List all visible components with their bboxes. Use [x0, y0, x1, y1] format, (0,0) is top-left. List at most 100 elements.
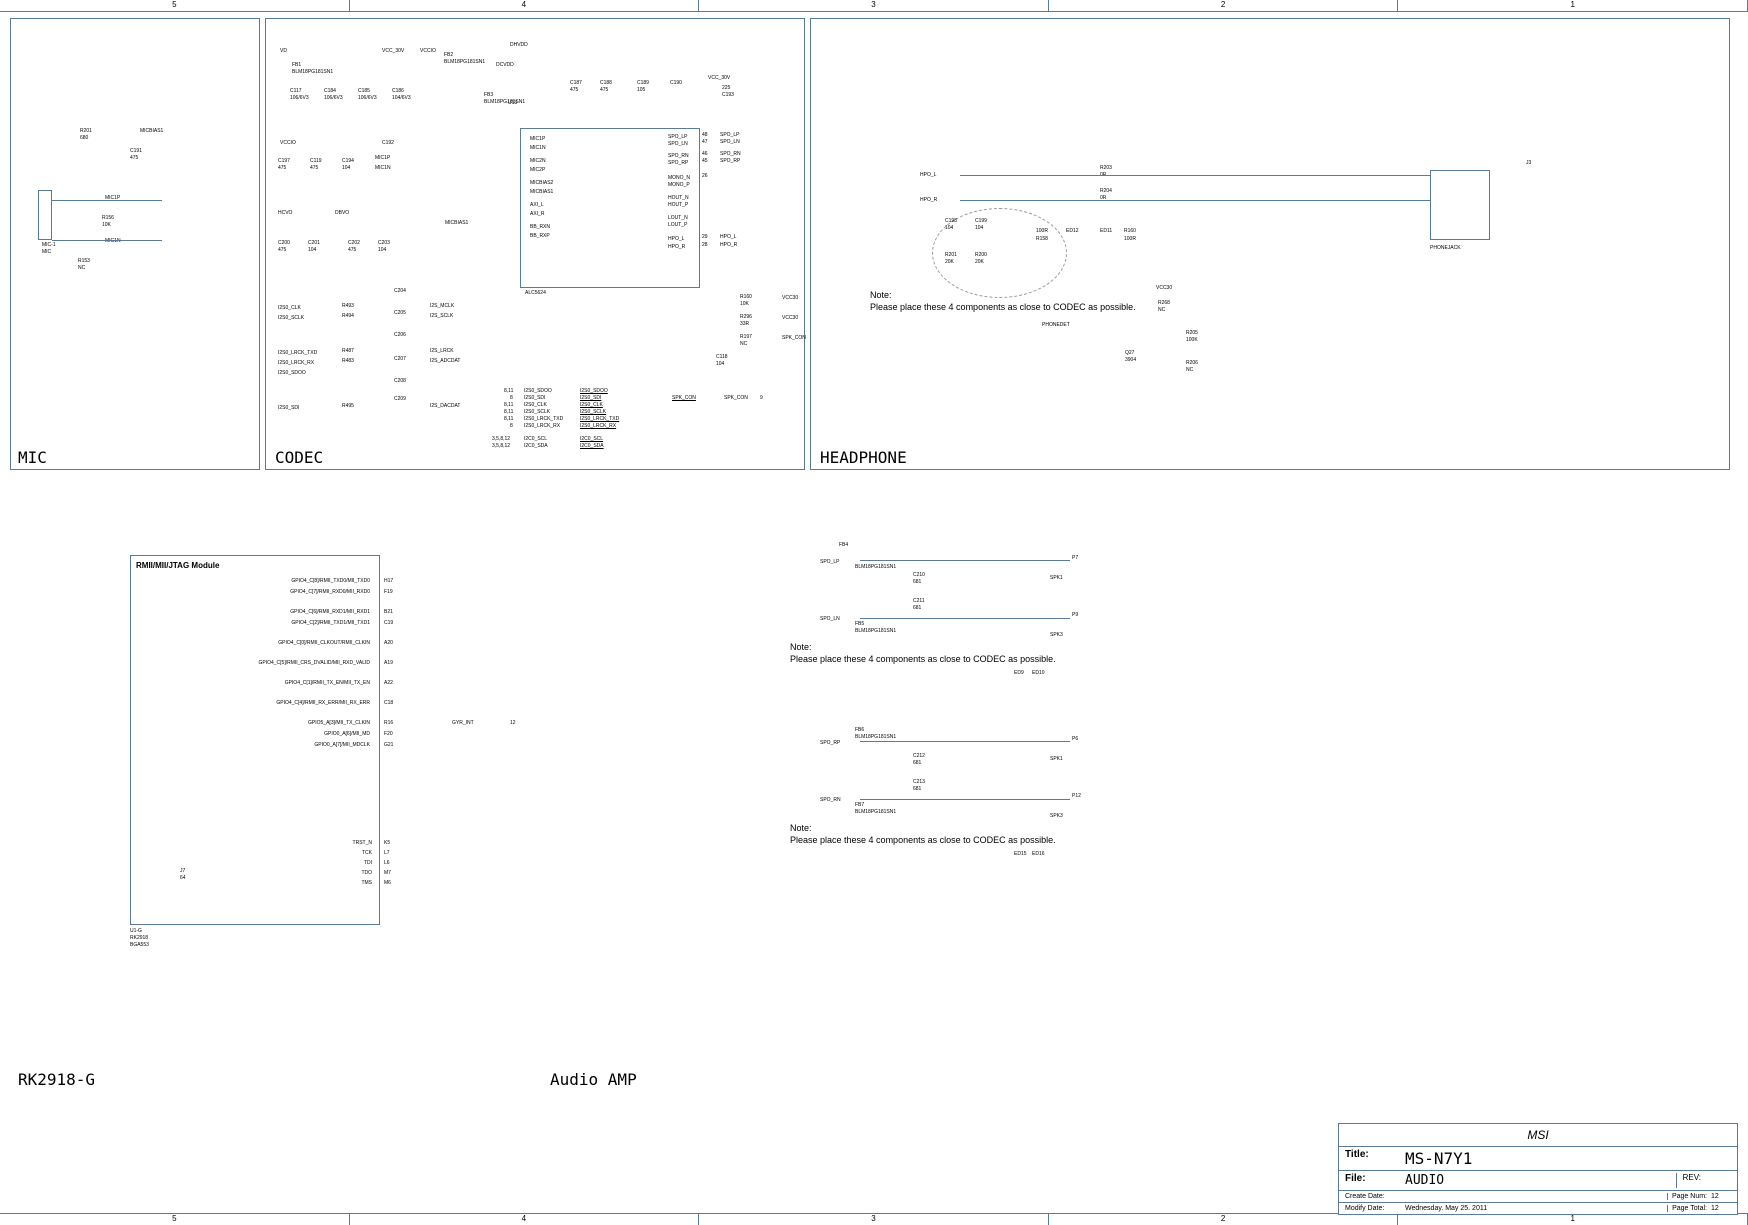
c188: C188 [600, 80, 612, 86]
pin-hpol: HPO_L [668, 236, 684, 242]
rk-pin-3: GPIO4_C[2]/RMII_TXD1/MII_TXD1 [200, 620, 370, 626]
pagetotal-val: 12 [1711, 1205, 1731, 1212]
vcc30: VCC30 [782, 295, 798, 301]
out-sporn: SPO_RN [720, 151, 741, 157]
p6: P6 [1072, 736, 1078, 742]
headphone-label: HEADPHONE [820, 448, 907, 467]
c204: C204 [394, 288, 406, 294]
amp-note-text-2: Please place these 4 components as close… [790, 835, 1056, 845]
phone-jack [1430, 170, 1490, 240]
c194-val: 104 [342, 165, 350, 171]
rk-pn-1: F19 [384, 589, 393, 595]
p7: P7 [1072, 555, 1078, 561]
pn-46: 46 [702, 151, 708, 157]
r201-2: R201 [945, 252, 957, 258]
fb4: FB4 [839, 542, 848, 548]
r160: R160 [740, 294, 752, 300]
netref-5c: I2S0_LRCK_RX [580, 423, 616, 429]
spk1-2: SPK1 [1050, 756, 1063, 762]
netref-3a: 8,11 [504, 409, 513, 415]
rk-pn-3: C19 [384, 620, 393, 626]
vccio: VCCIO [420, 48, 436, 54]
r483: R483 [342, 358, 354, 364]
phonejack: PHONEJACK [1430, 245, 1461, 251]
rk-pn-0: H17 [384, 578, 393, 584]
pin-sporn: SPO_RN [668, 153, 689, 159]
ruler-col: 3 [699, 1214, 1049, 1225]
c203: C203 [378, 240, 390, 246]
netref-2a: 8,11 [504, 402, 513, 408]
c191-val: 475 [130, 155, 138, 161]
spo-ln: SPO_LN [820, 616, 840, 622]
ed15: ED15 [1014, 851, 1027, 857]
jtag-2n: L6 [384, 860, 390, 866]
wire [52, 200, 162, 201]
i2c-1a: 3,5,8,12 [492, 443, 510, 449]
micbias1: MICBIAS1 [140, 128, 163, 134]
r156: R156 [102, 215, 114, 221]
c189: C189 [637, 80, 649, 86]
netref-0c: I2S0_SDOO [580, 388, 608, 394]
spk-con-out: SPK_CON [724, 395, 748, 401]
netref-4b: I2S0_LRCK_TXD [524, 416, 563, 422]
i2s-sdoo: I2S0_SDOO [278, 370, 306, 376]
rk-pkg: BGA553 [130, 942, 149, 948]
r153: R153 [78, 258, 90, 264]
i2s-adcdat: I2S_ADCDAT [430, 358, 460, 364]
q27-val: 3904 [1125, 357, 1136, 363]
mic1-label: MIC-1 [42, 242, 56, 248]
netref-4a: 8,11 [504, 416, 513, 422]
amp-note-2: Note: [790, 823, 812, 833]
c190: C190 [670, 80, 682, 86]
spo-rp: SPO_RP [820, 740, 840, 746]
c191: C191 [130, 148, 142, 154]
mic1n-sig: MIC1N [375, 165, 391, 171]
titleblock: MSI Title: MS-N7Y1 File: AUDIO REV: Crea… [1338, 1123, 1738, 1215]
rk-pin-0: GPIO4_C[8]/RMII_TXD0/MII_TXD0 [200, 578, 370, 584]
r160-2: R160 [1124, 228, 1136, 234]
fb3: FB3 [484, 92, 493, 98]
ruler-col: 3 [699, 0, 1049, 11]
r197: R197 [740, 334, 752, 340]
r495: R495 [342, 403, 354, 409]
r206: R206 [1186, 360, 1198, 366]
c206: C206 [394, 332, 406, 338]
fb1: FB1 [292, 62, 301, 68]
r268-val: NC [1158, 307, 1165, 313]
c211: C211 [913, 598, 925, 604]
ruler-top: 5 4 3 2 1 [0, 0, 1748, 12]
r204: R204 [1100, 188, 1112, 194]
r296-val: 33R [740, 321, 749, 327]
mic1-sub: MIC [42, 249, 51, 255]
jtag-3n: M7 [384, 870, 391, 876]
fb6: FB6 [855, 727, 864, 733]
c184: C184 [324, 88, 336, 94]
mic1p-sig: MIC1P [375, 155, 390, 161]
pin-mic1n: MIC1N [530, 145, 546, 151]
pin-houtp: HOUT_P [668, 202, 688, 208]
r201-val: 680 [80, 135, 88, 141]
wire [860, 618, 1070, 619]
c202: C202 [348, 240, 360, 246]
netref-3b: I2S0_SCLK [524, 409, 550, 415]
r205-val: 100K [1186, 337, 1198, 343]
i2c-0a: 3,5,8,12 [492, 436, 510, 442]
c194: C194 [342, 158, 354, 164]
netref-0b: I2S0_SDOO [524, 388, 552, 394]
c186: C186 [392, 88, 404, 94]
pn-28: 28 [702, 242, 708, 248]
netref-1c: I2S0_SDI [580, 395, 601, 401]
r201: R201 [80, 128, 92, 134]
rk-module-title: RMII/MII/JTAG Module [136, 561, 219, 570]
ed9: ED9 [1014, 670, 1024, 676]
i2s-lrck-rx: I2S0_LRCK_RX [278, 360, 314, 366]
c205: C205 [394, 310, 406, 316]
codec-chip [520, 128, 700, 288]
c210: C210 [913, 572, 925, 578]
pn-29: 29 [702, 234, 708, 240]
fb3-val: BLM18PG181SN1 [484, 99, 525, 105]
fb5-val: BLM18PG181SN1 [855, 628, 896, 634]
spk-con-p: 9 [760, 395, 763, 401]
i2s-lrck-txd: I2S0_LRCK_TXD [278, 350, 317, 356]
ruler-col: 2 [1049, 0, 1399, 11]
